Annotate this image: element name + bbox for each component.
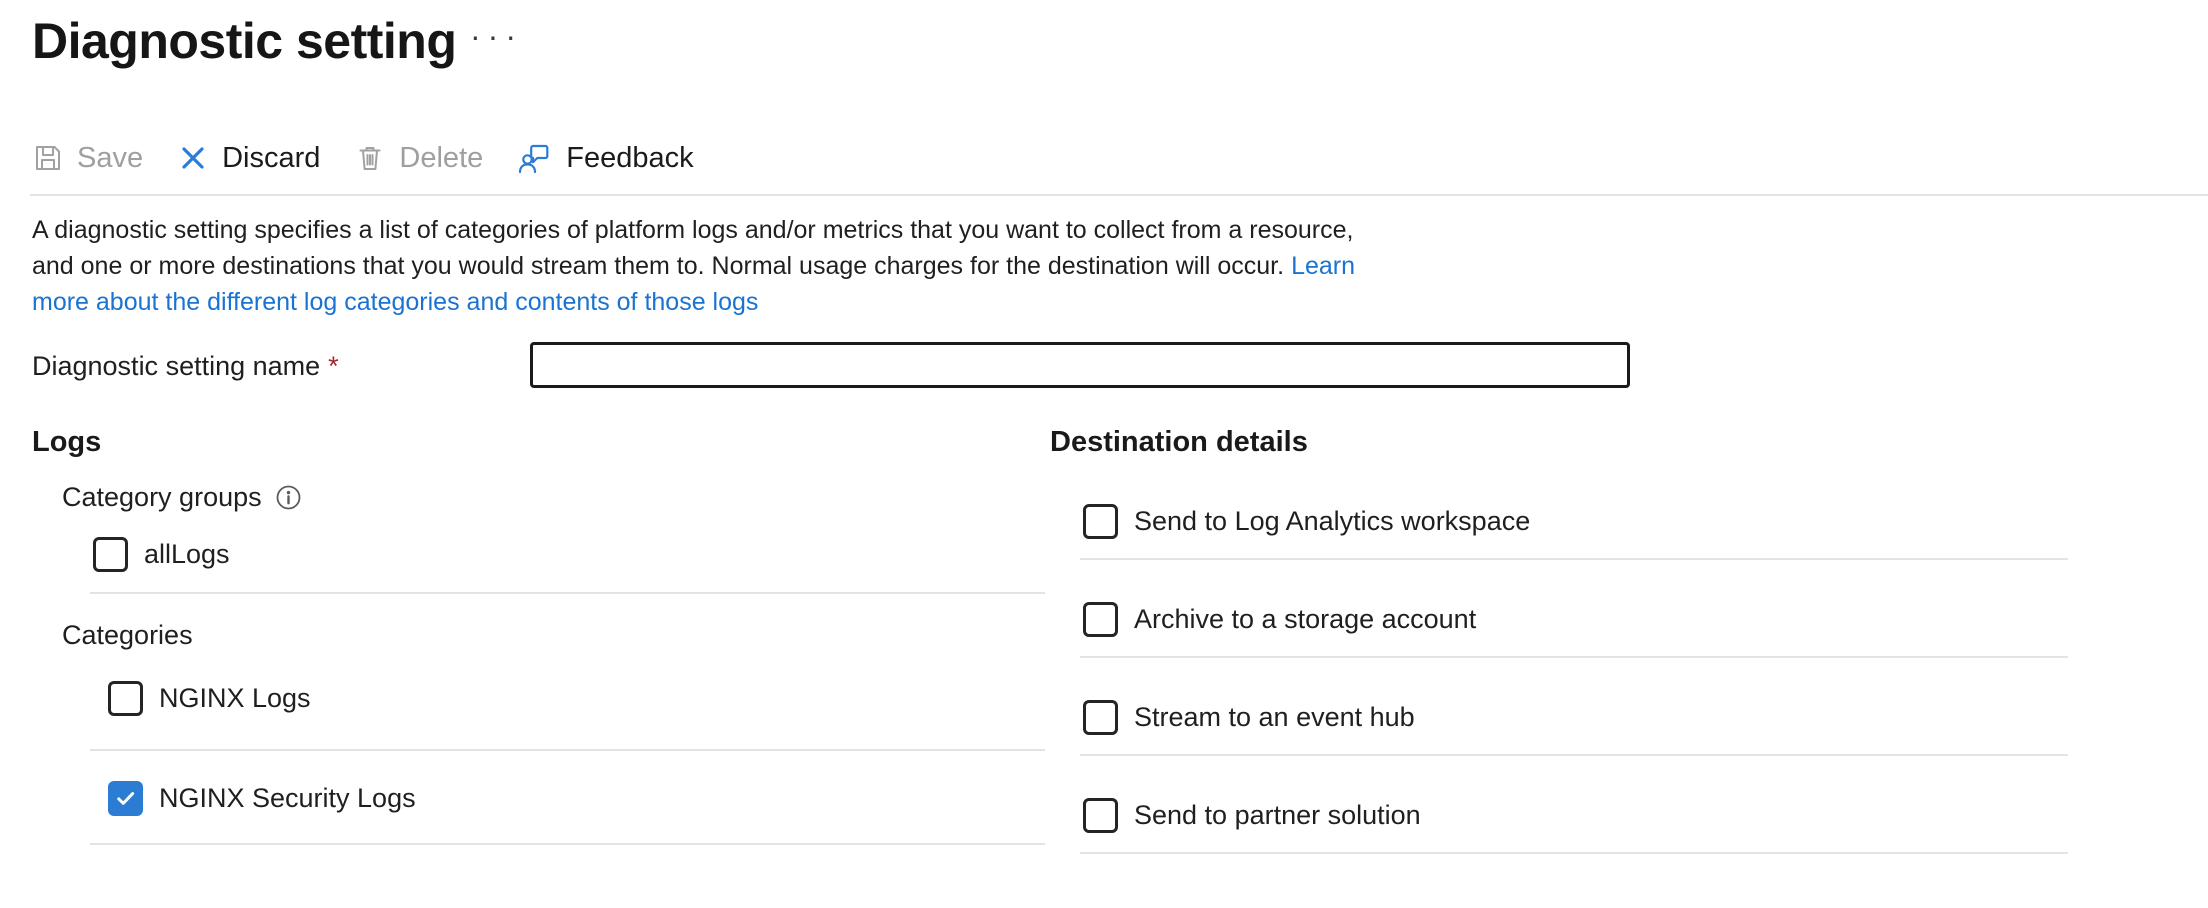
description-line-1: A diagnostic setting specifies a list of… <box>32 212 1355 248</box>
archive-to-storage-checkbox[interactable] <box>1083 602 1118 637</box>
nginx-security-logs-checkbox[interactable] <box>108 781 143 816</box>
alllogs-label[interactable]: allLogs <box>144 539 230 570</box>
destination-details-heading: Destination details <box>1050 426 1308 459</box>
nginx-logs-row: NGINX Logs <box>108 681 311 716</box>
delete-button-label: Delete <box>399 142 483 175</box>
nginx-logs-checkbox[interactable] <box>108 681 143 716</box>
learn-more-link-line-2[interactable]: more about the different log categories … <box>32 288 758 316</box>
alllogs-row: allLogs <box>93 537 230 572</box>
page-title: Diagnostic setting <box>32 12 456 70</box>
destination-divider-3 <box>1080 754 2068 756</box>
send-to-partner-label[interactable]: Send to partner solution <box>1134 800 1421 831</box>
delete-button[interactable]: Delete <box>354 142 483 175</box>
feedback-button[interactable]: Feedback <box>517 140 693 176</box>
stream-to-event-hub-row: Stream to an event hub <box>1083 700 1415 735</box>
info-icon[interactable] <box>276 485 301 510</box>
discard-button-label: Discard <box>222 142 320 175</box>
send-to-partner-row: Send to partner solution <box>1083 798 1421 833</box>
check-icon <box>112 785 139 812</box>
discard-x-icon <box>177 142 209 174</box>
send-to-log-analytics-row: Send to Log Analytics workspace <box>1083 504 1530 539</box>
learn-more-link[interactable]: Learn <box>1291 252 1355 280</box>
more-actions-button[interactable]: ··· <box>470 20 523 52</box>
trash-icon <box>354 142 386 174</box>
send-to-log-analytics-label[interactable]: Send to Log Analytics workspace <box>1134 506 1530 537</box>
category-groups-label: Category groups <box>62 482 301 513</box>
save-icon <box>32 142 64 174</box>
nginx-security-logs-label[interactable]: NGINX Security Logs <box>159 783 416 814</box>
logs-section-heading: Logs <box>32 426 101 459</box>
save-button[interactable]: Save <box>32 142 143 175</box>
logs-divider-1 <box>90 592 1045 594</box>
logs-divider-2 <box>90 749 1045 751</box>
send-to-partner-checkbox[interactable] <box>1083 798 1118 833</box>
diagnostic-setting-name-input[interactable] <box>530 342 1630 388</box>
categories-label: Categories <box>62 620 193 651</box>
nginx-logs-label[interactable]: NGINX Logs <box>159 683 311 714</box>
stream-to-event-hub-label[interactable]: Stream to an event hub <box>1134 702 1415 733</box>
send-to-log-analytics-checkbox[interactable] <box>1083 504 1118 539</box>
page-description: A diagnostic setting specifies a list of… <box>32 212 1355 320</box>
alllogs-checkbox[interactable] <box>93 537 128 572</box>
required-asterisk: * <box>328 351 339 381</box>
destination-divider-2 <box>1080 656 2068 658</box>
feedback-person-icon <box>517 140 553 176</box>
archive-to-storage-label[interactable]: Archive to a storage account <box>1134 604 1476 635</box>
stream-to-event-hub-checkbox[interactable] <box>1083 700 1118 735</box>
discard-button[interactable]: Discard <box>177 142 320 175</box>
archive-to-storage-row: Archive to a storage account <box>1083 602 1476 637</box>
feedback-button-label: Feedback <box>566 142 693 175</box>
save-button-label: Save <box>77 142 143 175</box>
command-toolbar: Save Discard Delete Fee <box>32 136 694 180</box>
toolbar-divider <box>30 194 2208 196</box>
description-line-2: and one or more destinations that you wo… <box>32 252 1284 280</box>
destination-divider-4 <box>1080 852 2068 854</box>
logs-divider-3 <box>90 843 1045 845</box>
destination-divider-1 <box>1080 558 2068 560</box>
nginx-security-logs-row: NGINX Security Logs <box>108 781 416 816</box>
diagnostic-setting-name-label: Diagnostic setting name* <box>32 351 339 382</box>
